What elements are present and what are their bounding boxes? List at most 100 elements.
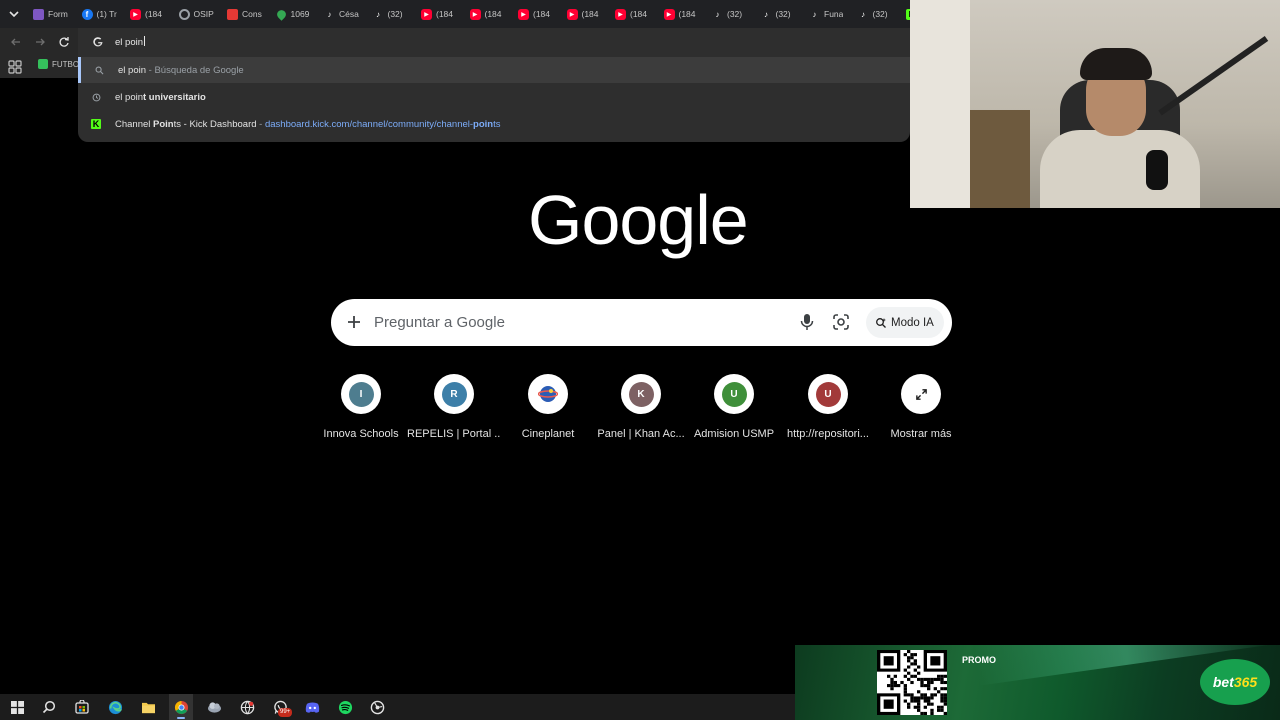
google-logo: Google bbox=[528, 181, 749, 259]
suggestion-search[interactable]: el poin - Búsqueda de Google bbox=[78, 57, 910, 83]
shortcut-tile[interactable]: R REPELIS | Portal ... bbox=[407, 374, 501, 454]
suggestion-separator: - bbox=[256, 119, 265, 130]
suggestion-match: el poin bbox=[115, 92, 143, 103]
google-lens-icon[interactable] bbox=[832, 313, 850, 331]
tab-strip: Form f (1) Tr ▶ (184 OSIP Cons 1069 ♪ Césa ♪ (32) ▶(… bbox=[0, 0, 910, 28]
shortcut-tile[interactable]: U Admision USMP bbox=[687, 374, 781, 454]
bookmark-futbol[interactable]: FUTBOL bbox=[38, 59, 80, 69]
suggestion-history[interactable]: el point universitario bbox=[78, 84, 910, 110]
suggestion-title-rest: ts - Kick Dashboard bbox=[173, 119, 257, 130]
suggestion-text: el point universitario bbox=[115, 92, 206, 103]
taskbar-store[interactable] bbox=[73, 698, 91, 716]
taskbar-edge[interactable] bbox=[106, 698, 124, 716]
shortcut-letter-icon: R bbox=[441, 381, 467, 407]
taskbar-app-vpn[interactable] bbox=[238, 698, 256, 716]
brand-part-b: 365 bbox=[1233, 674, 1258, 690]
browser-tab[interactable]: ♪ (32) bbox=[368, 0, 417, 28]
tab-search-button[interactable] bbox=[0, 0, 28, 28]
browser-tab[interactable]: ♪ (32) bbox=[853, 0, 902, 28]
browser-tab[interactable]: ▶ (184 bbox=[610, 0, 659, 28]
youtube-icon: ▶ bbox=[518, 8, 529, 20]
taskbar-spotify[interactable] bbox=[336, 698, 354, 716]
reload-button[interactable] bbox=[56, 34, 72, 50]
tab-title: Césa bbox=[339, 9, 359, 19]
taskbar-chrome[interactable] bbox=[172, 698, 190, 719]
browser-tab[interactable]: Form bbox=[28, 0, 77, 28]
browser-tab[interactable]: f (1) Tr bbox=[77, 0, 126, 28]
shortcut-label: Panel | Khan Ac... bbox=[597, 428, 685, 440]
youtube-icon: ▶ bbox=[663, 8, 675, 20]
history-icon bbox=[91, 92, 101, 102]
ntp-search-box[interactable]: Preguntar a Google Modo IA bbox=[331, 299, 952, 346]
browser-tab[interactable]: ▶ (184 bbox=[125, 0, 174, 28]
globe-app-icon bbox=[240, 700, 254, 714]
edge-icon bbox=[108, 700, 122, 714]
tab-list: Form f (1) Tr ▶ (184 OSIP Cons 1069 ♪ Césa ♪ (32) ▶(… bbox=[28, 0, 910, 28]
microphone-icon[interactable] bbox=[799, 313, 815, 331]
webcam-background bbox=[910, 0, 970, 208]
arrow-left-icon bbox=[11, 38, 20, 46]
browser-tab[interactable]: ♪ Césa bbox=[319, 0, 368, 28]
ai-mode-button[interactable]: Modo IA bbox=[866, 307, 944, 338]
spotify-icon bbox=[338, 700, 352, 714]
tiktok-icon: ♪ bbox=[764, 9, 768, 19]
browser-tab[interactable]: ♪ (32) bbox=[756, 0, 805, 28]
kick-icon: K bbox=[91, 119, 101, 129]
shortcut-icon-circle: U bbox=[808, 374, 848, 414]
tiktok-icon: ♪ bbox=[715, 9, 720, 19]
browser-tab[interactable]: OSIP bbox=[174, 0, 223, 28]
tab-title: (32) bbox=[872, 9, 888, 19]
browser-tab[interactable]: ♪ Funa bbox=[804, 0, 853, 28]
suggestion-prefix: Channel bbox=[115, 119, 154, 130]
browser-tab[interactable]: 1069 bbox=[271, 0, 320, 28]
taskbar-app-cloud[interactable] bbox=[205, 698, 223, 716]
browser-tab[interactable]: ♪ (32) bbox=[707, 0, 756, 28]
shortcut-tile[interactable]: K Panel | Khan Ac... bbox=[594, 374, 688, 454]
tab-title: (32) bbox=[775, 9, 791, 19]
shortcut-tile[interactable]: Cineplanet bbox=[501, 374, 595, 454]
browser-tab[interactable]: ▶ (184 bbox=[465, 0, 514, 28]
tab-title: (184 bbox=[145, 9, 163, 19]
browser-tab[interactable]: Cons bbox=[222, 0, 271, 28]
browser-tab[interactable]: ▶ (184 bbox=[416, 0, 465, 28]
brand-part-a: bet bbox=[1212, 674, 1234, 690]
shortcut-label: Admision USMP bbox=[693, 428, 775, 440]
bet365-logo: bet 365 bbox=[1200, 659, 1270, 705]
chevron-down-icon bbox=[9, 11, 19, 18]
search-placeholder[interactable]: Preguntar a Google bbox=[374, 314, 505, 331]
tiktok-icon: ♪ bbox=[327, 9, 332, 19]
tab-title: (32) bbox=[387, 9, 403, 19]
tab-title: (184 bbox=[581, 9, 599, 19]
streamer-body bbox=[1040, 130, 1200, 208]
tab-title: (184 bbox=[484, 9, 502, 19]
start-button[interactable] bbox=[8, 698, 26, 716]
browser-tab[interactable]: ▶ (184 bbox=[659, 0, 708, 28]
shortcut-tile[interactable]: I Innova Schools bbox=[314, 374, 408, 454]
suggestion-text: Channel Points - Kick Dashboard - dashbo… bbox=[115, 119, 501, 130]
suggestion-match: el poin bbox=[118, 65, 146, 76]
cloud-app-icon bbox=[207, 701, 221, 713]
shortcut-icon-circle: R bbox=[434, 374, 474, 414]
suggestion-description: Búsqueda de Google bbox=[154, 65, 244, 76]
shortcut-letter-icon: K bbox=[628, 381, 654, 407]
address-bar[interactable]: el poin bbox=[78, 28, 910, 56]
browser-tab[interactable]: ▶ (184 bbox=[513, 0, 562, 28]
taskbar-search-button[interactable] bbox=[40, 698, 58, 716]
taskbar-file-explorer[interactable] bbox=[139, 698, 157, 716]
reload-icon bbox=[59, 37, 69, 47]
back-button[interactable] bbox=[8, 34, 24, 50]
shortcut-tile[interactable]: Uhttp://repositori... bbox=[781, 374, 875, 454]
windows-icon bbox=[10, 700, 24, 714]
text-caret bbox=[144, 36, 145, 46]
plus-icon[interactable] bbox=[345, 313, 363, 331]
forward-button[interactable] bbox=[32, 34, 48, 50]
taskbar-obs[interactable] bbox=[368, 698, 386, 716]
apps-grid-icon[interactable] bbox=[8, 60, 22, 74]
show-more-shortcut[interactable]: Mostrar más bbox=[874, 374, 968, 454]
browser-tab[interactable]: ▶ (184 bbox=[562, 0, 611, 28]
browser-tab[interactable]: K bbox=[901, 0, 910, 28]
suggestion-kick-dashboard[interactable]: K Channel Points - Kick Dashboard - dash… bbox=[78, 111, 910, 137]
taskbar-discord[interactable] bbox=[303, 698, 321, 716]
address-input-text[interactable]: el poin bbox=[115, 36, 145, 48]
shortcut-icon-circle: U bbox=[714, 374, 754, 414]
